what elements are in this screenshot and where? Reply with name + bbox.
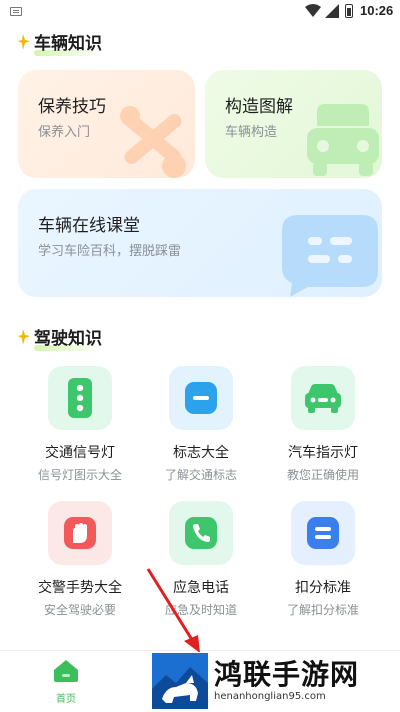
home-icon: [54, 660, 78, 682]
card-structure[interactable]: 构造图解 车辆构造: [205, 70, 382, 178]
hand-icon: [64, 517, 96, 549]
nav-home[interactable]: 首页: [46, 659, 86, 705]
grid-item-traffic-light[interactable]: 交通信号灯 信号灯图示大全: [20, 366, 140, 483]
wifi-icon: [305, 4, 321, 17]
chat-bubble-icon: [282, 215, 378, 297]
car-icon: [305, 384, 341, 413]
sparkle-icon: [18, 328, 30, 345]
icon-container: [169, 501, 233, 565]
grid-item-police-gestures[interactable]: 交警手势大全 安全驾驶必要: [20, 501, 140, 618]
icon-container: [169, 366, 233, 430]
grid-item-subtitle: 了解扣分标准: [286, 603, 359, 617]
section-title-text: 车辆知识: [34, 29, 102, 56]
section-title-vehicle: 车辆知识: [18, 29, 102, 56]
nav-home-label: 首页: [56, 694, 76, 705]
icon-container: [48, 501, 112, 565]
signal-icon: [325, 4, 339, 18]
icon-container: [291, 366, 355, 430]
grid-item-subtitle: 了解交通标志: [164, 468, 237, 482]
grid-item-car-indicator[interactable]: 汽车指示灯 教您正确使用: [263, 366, 383, 483]
card-title: 构造图解: [225, 97, 293, 117]
list-icon: [307, 517, 339, 549]
battery-icon: [345, 4, 353, 18]
grid-item-subtitle: 信号灯图示大全: [37, 468, 122, 482]
grid-item-label: 标志大全: [173, 445, 229, 461]
card-subtitle: 保养入门: [38, 125, 91, 140]
grid-item-label: 汽车指示灯: [288, 445, 358, 461]
grid-item-signs[interactable]: 标志大全 了解交通标志: [141, 366, 261, 483]
card-online-class[interactable]: 车辆在线课堂 学习车险百科，摆脱踩雷: [18, 189, 382, 297]
sparkle-icon: [18, 33, 30, 50]
card-maintenance[interactable]: 保养技巧 保养入门: [18, 70, 195, 178]
sign-icon: [185, 382, 217, 414]
grid-item-point-deduction[interactable]: 扣分标准 了解扣分标准: [263, 501, 383, 618]
phone-icon: [185, 517, 217, 549]
tools-icon: [120, 106, 186, 178]
clock: 10:26: [360, 3, 394, 18]
watermark-title: 鸿联手游网: [214, 658, 360, 691]
section-title-text: 驾驶知识: [34, 324, 102, 351]
watermark: 鸿联手游网 henanhonglian95.com: [152, 652, 400, 710]
grid-item-label: 交警手势大全: [38, 580, 122, 596]
card-subtitle: 学习车险百科，摆脱踩雷: [38, 244, 182, 259]
traffic-light-icon: [68, 378, 92, 418]
icon-container: [291, 501, 355, 565]
card-title: 保养技巧: [38, 97, 106, 117]
status-bar: 10:26: [0, 0, 400, 24]
grid-item-label: 扣分标准: [295, 580, 351, 596]
grid-item-subtitle: 教您正确使用: [286, 468, 359, 482]
grid-item-label: 交通信号灯: [45, 445, 115, 461]
car-outline-icon: [307, 104, 379, 176]
watermark-logo-icon: [152, 653, 208, 709]
card-subtitle: 车辆构造: [225, 125, 278, 140]
keyboard-icon: [10, 7, 22, 16]
icon-container: [48, 366, 112, 430]
arrow-annotation-icon: [146, 568, 200, 653]
section-title-driving: 驾驶知识: [18, 324, 102, 351]
card-title: 车辆在线课堂: [38, 216, 140, 236]
watermark-url: henanhonglian95.com: [214, 691, 326, 702]
grid-item-subtitle: 安全驾驶必要: [43, 603, 116, 617]
